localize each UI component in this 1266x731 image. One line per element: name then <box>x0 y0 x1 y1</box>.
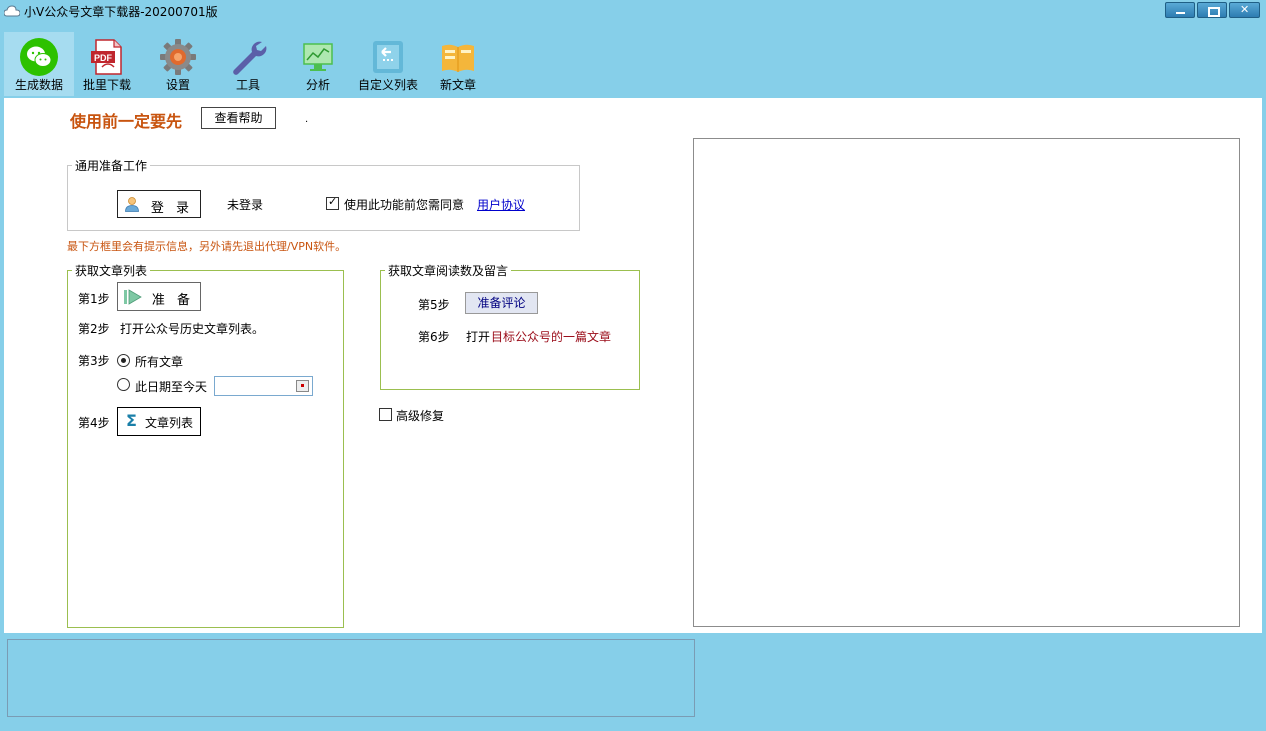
chart-icon <box>303 43 333 71</box>
step6-open-text: 打开 <box>466 330 491 344</box>
advanced-repair-label: 高级修复 <box>396 409 445 423</box>
date-range-label: 此日期至今天 <box>135 380 208 394</box>
cloud-icon <box>4 5 20 17</box>
maximize-button[interactable] <box>1197 2 1227 18</box>
user-agreement-link[interactable]: 用户协议 <box>477 196 525 213</box>
agree-label: 使用此功能前您需同意 <box>344 198 465 212</box>
toolbar-tools[interactable]: 工具 <box>213 32 283 96</box>
read-count-group-legend: 获取文章阅读数及留言 <box>388 264 509 278</box>
window-title: 小V公众号文章下载器-20200701版 <box>24 5 218 19</box>
read-count-group: 获取文章阅读数及留言 <box>380 262 640 390</box>
advanced-repair-checkbox[interactable] <box>379 408 392 421</box>
toolbar-settings[interactable]: 设置 <box>143 32 213 96</box>
custom-list-icon <box>373 41 403 73</box>
toolbar-label: 生成数据 <box>14 78 63 92</box>
article-list-button-label: 文章列表 <box>145 416 194 430</box>
gear-icon <box>160 39 196 75</box>
date-input[interactable] <box>214 376 313 396</box>
toolbar-analysis[interactable]: 分析 <box>283 32 353 96</box>
toolbar-generate-data[interactable]: 生成数据 <box>4 32 74 96</box>
date-range-radio[interactable] <box>117 378 130 391</box>
step4-label: 第4步 <box>78 416 110 430</box>
step2-label: 第2步 <box>78 322 110 336</box>
article-list-group: 获取文章列表 <box>67 262 344 628</box>
new-article-icon <box>442 44 474 72</box>
svg-text:PDF: PDF <box>94 53 113 63</box>
pdf-icon: PDF <box>91 39 122 75</box>
article-list-button[interactable]: Σ 文章列表 <box>117 407 201 436</box>
login-button-label: 登 录 <box>150 201 194 216</box>
prepare-button[interactable]: 准 备 <box>117 282 201 311</box>
login-status: 未登录 <box>227 198 264 212</box>
step3-label: 第3步 <box>78 354 110 368</box>
step6-target-text: 目标公众号的一篇文章 <box>491 330 612 344</box>
notice-text: 最下方框里会有提示信息，另外请先退出代理/VPN软件。 <box>67 240 347 253</box>
login-button[interactable]: 登 录 <box>117 190 201 218</box>
play-icon <box>124 289 142 305</box>
prepare-button-label: 准 备 <box>151 293 195 308</box>
toolbar-label: 设置 <box>165 78 190 92</box>
calendar-icon[interactable] <box>296 380 309 392</box>
step5-label: 第5步 <box>418 298 450 312</box>
preview-pane[interactable] <box>693 138 1240 627</box>
wechat-icon <box>20 38 58 76</box>
step6-label: 第6步 <box>418 330 450 344</box>
close-button[interactable] <box>1229 2 1260 18</box>
toolbar-label: 新文章 <box>439 78 476 92</box>
user-icon <box>125 197 139 212</box>
status-dot-text: . <box>305 114 309 125</box>
toolbar-label: 分析 <box>305 78 330 92</box>
toolbar-custom-list[interactable]: 自定义列表 <box>353 32 423 96</box>
wrench-icon <box>233 41 267 75</box>
toolbar-label: 自定义列表 <box>357 78 418 92</box>
agree-checkbox[interactable] <box>326 195 339 210</box>
prep-group-legend: 通用准备工作 <box>75 159 148 173</box>
log-textbox[interactable] <box>7 639 695 717</box>
toolbar-label: 批里下载 <box>82 78 131 92</box>
prepare-comments-button[interactable]: 准备评论 <box>465 292 538 314</box>
toolbar-new-article[interactable]: 新文章 <box>423 32 493 96</box>
view-help-button[interactable]: 查看帮助 <box>201 107 276 129</box>
toolbar-batch-download[interactable]: PDF 批里下载 <box>72 32 142 96</box>
warning-title: 使用前一定要先 <box>70 112 183 131</box>
step2-text: 打开公众号历史文章列表。 <box>120 322 265 336</box>
minimize-button[interactable] <box>1165 2 1195 18</box>
all-articles-label: 所有文章 <box>135 355 184 369</box>
all-articles-radio[interactable] <box>117 354 130 367</box>
step1-label: 第1步 <box>78 292 110 306</box>
article-list-group-legend: 获取文章列表 <box>75 264 148 278</box>
toolbar-label: 工具 <box>235 78 260 92</box>
sigma-icon: Σ <box>126 411 137 430</box>
